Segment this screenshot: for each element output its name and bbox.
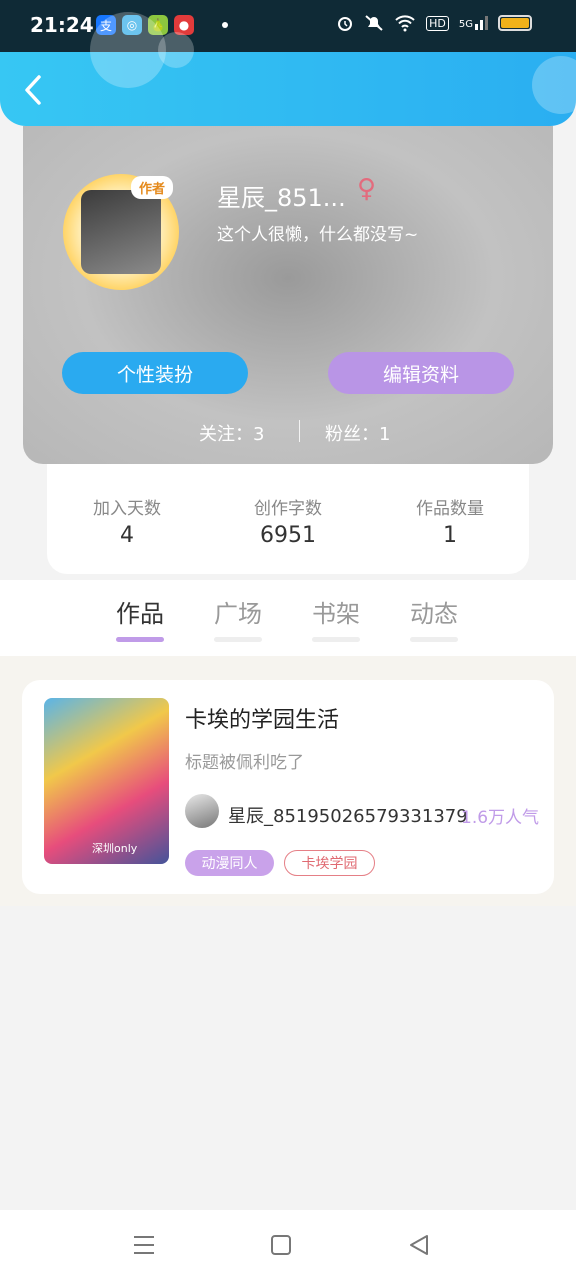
status-right-icons: HD 5G (336, 14, 532, 32)
cover-text: 深圳only (92, 842, 138, 855)
stat-label: 加入天数 (93, 499, 161, 519)
work-card[interactable]: 深圳only 卡埃的学园生活 标题被佩利吃了 星辰_85195026579331… (22, 680, 554, 894)
stat-value: 6951 (260, 523, 316, 548)
tab-label: 广场 (214, 600, 262, 628)
avatar-image (81, 190, 161, 274)
home-icon[interactable] (268, 1234, 294, 1256)
work-description: 标题被佩利吃了 (185, 753, 304, 773)
decor-bubble (90, 12, 166, 88)
hd-label: HD (426, 15, 449, 31)
profile-card: 作者 星辰_851... ♀ 这个人很懒，什么都没写~ 个性装扮 编辑资料 关注… (23, 126, 553, 464)
stat-value: 4 (120, 523, 134, 548)
tab-indicator (214, 637, 262, 642)
author-badge: 作者 (131, 176, 174, 199)
tab-square[interactable]: 广场 (203, 594, 273, 642)
tag-kaye-academy[interactable]: 卡埃学园 (284, 850, 375, 876)
system-nav-bar (0, 1210, 576, 1280)
signal-label: 5G (458, 19, 473, 30)
stat-word-count: 创作字数 6951 (218, 494, 358, 548)
username: 星辰_851... (217, 184, 346, 212)
following-count[interactable]: 关注：3 (199, 420, 264, 446)
works-list: 深圳only 卡埃的学园生活 标题被佩利吃了 星辰_85195026579331… (0, 656, 576, 906)
user-bio: 这个人很懒，什么都没写~ (217, 225, 419, 245)
tab-works[interactable]: 作品 (105, 594, 175, 642)
signal-icon: 5G (459, 16, 488, 30)
tab-bar: 作品 广场 书架 动态 (0, 580, 576, 656)
divider (299, 420, 300, 442)
followers-count[interactable]: 粉丝：1 (325, 420, 390, 446)
stats-panel: 加入天数 4 创作字数 6951 作品数量 1 (47, 464, 529, 574)
mute-icon (365, 15, 383, 31)
status-time: 21:24 (30, 13, 94, 37)
alarm-icon (338, 17, 353, 31)
status-bar: 21:24 支 ◎ 🍐 ● HD 5G (0, 0, 576, 52)
tab-label: 书架 (312, 600, 360, 628)
decor-bubble (532, 56, 576, 114)
popularity-count: 1.6万人气 (461, 808, 540, 828)
tab-indicator (410, 637, 458, 642)
female-gender-icon: ♀ (357, 174, 377, 204)
tab-moments[interactable]: 动态 (399, 594, 469, 642)
stat-join-days: 加入天数 4 (57, 494, 197, 548)
work-title[interactable]: 卡埃的学园生活 (185, 702, 339, 734)
top-header (0, 12, 576, 126)
stat-value: 1 (443, 523, 457, 548)
menu-icon[interactable] (131, 1234, 157, 1256)
author-name: 星辰_85195026579331379 (228, 806, 468, 827)
decor-bubble (158, 32, 194, 68)
notification-dot (222, 22, 228, 28)
tab-label: 动态 (410, 600, 458, 628)
edit-profile-button[interactable]: 编辑资料 (328, 352, 514, 394)
tag-anime-fanfic[interactable]: 动漫同人 (185, 850, 274, 876)
stat-label: 作品数量 (416, 499, 484, 519)
dress-up-button[interactable]: 个性装扮 (62, 352, 248, 394)
back-triangle-icon[interactable] (406, 1234, 432, 1256)
work-cover-image[interactable]: 深圳only (44, 698, 169, 864)
battery-icon (498, 15, 532, 31)
tab-label: 作品 (116, 600, 164, 628)
wifi-icon (395, 15, 415, 32)
back-arrow-icon[interactable] (20, 74, 48, 106)
tab-indicator (116, 637, 164, 642)
tab-bookshelf[interactable]: 书架 (301, 594, 371, 642)
author-avatar (185, 794, 219, 828)
stat-label: 创作字数 (254, 499, 322, 519)
stat-works-count: 作品数量 1 (380, 494, 520, 548)
tab-indicator (312, 637, 360, 642)
